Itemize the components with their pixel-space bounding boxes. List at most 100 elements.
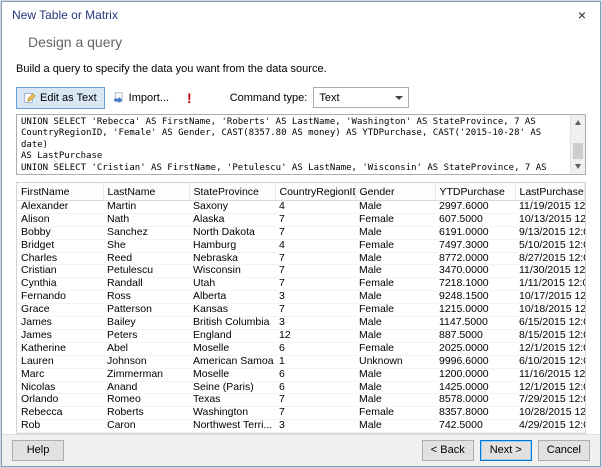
table-cell: 3 (275, 316, 355, 330)
table-cell: Martin (103, 200, 189, 214)
table-cell: North Dakota (189, 226, 275, 240)
table-row[interactable]: Grace Patterson Kansas 7 Female 1215.0000 10/1… (17, 303, 585, 318)
table-row[interactable]: Bridget She Hamburg 4 Female 7497.3000 5/10/20… (17, 239, 585, 253)
table-row[interactable]: Cristian Petulescu Wisconsin 7 Male 3470.0000… (17, 264, 585, 279)
table-cell: 1/11/2015 12:0... (515, 277, 585, 292)
table-cell: Male (355, 200, 435, 214)
table-cell: Rebecca (17, 406, 103, 421)
table-cell: Female (355, 342, 435, 356)
table-row[interactable]: Orlando Romeo Texas 7 Male 8578.0000 7/29/2015… (17, 393, 585, 408)
next-button[interactable]: Next > (479, 439, 532, 461)
scroll-up-icon[interactable] (571, 115, 585, 130)
table-cell: Cristian (17, 264, 103, 279)
table-cell: 7 (275, 406, 355, 421)
table-cell: 12/1/2015 12:0... (515, 381, 585, 395)
table-cell: Seine (Paris) (189, 381, 275, 395)
import-button[interactable]: Import... (105, 87, 177, 109)
table-row[interactable]: Katherine Abel Moselle 6 Female 2025.0000 12/1… (17, 342, 585, 356)
table-cell: James (17, 316, 103, 330)
table-cell: 742.5000 (435, 419, 515, 433)
close-icon[interactable]: × (564, 2, 600, 28)
table-cell: 1200.0000 (435, 368, 515, 382)
table-cell: Male (355, 368, 435, 382)
table-cell: 2025.0000 (435, 342, 515, 356)
table-cell: 4 (275, 200, 355, 214)
table-row[interactable]: James Bailey British Columbia 3 Male 1147.500… (17, 316, 585, 330)
table-cell: 6191.0000 (435, 226, 515, 240)
column-header[interactable]: CountryRegionID (275, 183, 356, 201)
table-cell: Male (355, 290, 435, 305)
column-header[interactable]: StateProvince (189, 183, 276, 201)
column-header[interactable]: Gender (355, 183, 436, 201)
table-cell: Saxony (189, 200, 275, 214)
table-row[interactable]: Lauren Johnson American Samoa 1 Unknown 9996.… (17, 355, 585, 369)
page-title: Design a query (28, 34, 123, 50)
table-cell: British Columbia (189, 316, 275, 330)
column-header[interactable]: LastPurchase (515, 183, 585, 201)
table-cell: Female (355, 406, 435, 421)
table-row[interactable]: Rebecca Roberts Washington 7 Female 8357.8000… (17, 406, 585, 421)
run-query-icon[interactable]: ! (187, 87, 192, 109)
table-cell: Anand (103, 381, 189, 395)
table-cell: Reed (103, 252, 189, 266)
table-cell: Caron (103, 419, 189, 433)
query-text-area[interactable]: UNION SELECT 'Rebecca' AS FirstName, 'Ro… (16, 113, 586, 176)
results-grid: FirstName LastName StateProvince CountryReg… (16, 182, 586, 434)
table-cell: Moselle (189, 342, 275, 356)
table-cell: 1 (275, 355, 355, 369)
table-cell: Fernando (17, 290, 103, 305)
scroll-down-icon[interactable] (571, 159, 585, 174)
table-cell: Nebraska (189, 252, 275, 266)
table-row[interactable]: Cynthia Randall Utah 7 Female 7218.1000 1/11/2… (17, 277, 585, 292)
table-cell: Sanchez (103, 226, 189, 240)
table-cell: Bailey (103, 316, 189, 330)
table-cell: 1425.0000 (435, 381, 515, 395)
table-row[interactable]: Bobby Sanchez North Dakota 7 Male 6191.0000 9/… (17, 226, 585, 240)
table-cell: 7 (275, 252, 355, 266)
command-type-select[interactable]: Text (313, 87, 410, 109)
edit-as-text-button[interactable]: Edit as Text (16, 86, 105, 109)
query-scrollbar[interactable] (570, 114, 585, 175)
table-row[interactable]: Alison Nath Alaska 7 Female 607.5000 10/13/201… (17, 213, 585, 227)
table-cell: Romeo (103, 393, 189, 408)
column-header[interactable]: LastName (103, 183, 190, 201)
table-row[interactable]: Charles Reed Nebraska 7 Male 8772.0000 8/27/20… (17, 252, 585, 266)
table-cell: Abel (103, 342, 189, 356)
table-cell: Male (355, 393, 435, 408)
table-cell: Hamburg (189, 239, 275, 253)
table-cell: Male (355, 264, 435, 279)
results-header-row: FirstName LastName StateProvince CountryReg… (17, 183, 585, 201)
table-cell: Grace (17, 303, 103, 318)
query-text[interactable]: UNION SELECT 'Rebecca' AS FirstName, 'Ro… (17, 115, 569, 175)
cancel-button[interactable]: Cancel (537, 439, 590, 461)
table-cell: 6/10/2015 12:0... (515, 355, 585, 369)
table-cell: 4/29/2015 12:0... (515, 419, 585, 433)
back-button[interactable]: < Back (421, 439, 474, 461)
table-cell: Washington (189, 406, 275, 421)
results-tbody: Alexander Martin Saxony 4 Male 2997.6000 11/19… (17, 200, 585, 433)
table-cell: 7 (275, 303, 355, 318)
table-row[interactable]: James Peters England 12 Male 887.5000 8/15/201… (17, 329, 585, 343)
column-header[interactable]: YTDPurchase (435, 183, 516, 201)
table-row[interactable]: Nicolas Anand Seine (Paris) 6 Male 1425.0000 1… (17, 381, 585, 395)
table-cell: 5/10/2015 12:0... (515, 239, 585, 253)
table-cell: 10/28/2015 12:... (515, 406, 585, 421)
table-cell: 6 (275, 368, 355, 382)
table-row[interactable]: Rob Caron Northwest Terri... 3 Male 742.5000 4… (17, 419, 585, 433)
table-row[interactable]: Alexander Martin Saxony 4 Male 2997.6000 11/19… (17, 200, 585, 214)
footer-bar: Help < Back Next > Cancel (2, 433, 600, 466)
table-cell: 6/15/2015 12:0... (515, 316, 585, 330)
help-button[interactable]: Help (12, 439, 64, 461)
table-cell: 7 (275, 226, 355, 240)
table-cell: 3470.0000 (435, 264, 515, 279)
table-cell: Petulescu (103, 264, 189, 279)
table-cell: Orlando (17, 393, 103, 408)
table-row[interactable]: Fernando Ross Alberta 3 Male 9248.1500 10/17/2… (17, 290, 585, 305)
query-toolbar: Edit as Text Import... ! Command type: T… (16, 86, 586, 110)
scrollbar-thumb[interactable] (573, 142, 583, 159)
column-header[interactable]: FirstName (17, 183, 104, 201)
table-row[interactable]: Marc Zimmerman Moselle 6 Male 1200.0000 11/16/… (17, 368, 585, 382)
table-cell: 12 (275, 329, 355, 343)
command-type-label: Command type: (229, 91, 308, 104)
table-cell: 8357.8000 (435, 406, 515, 421)
